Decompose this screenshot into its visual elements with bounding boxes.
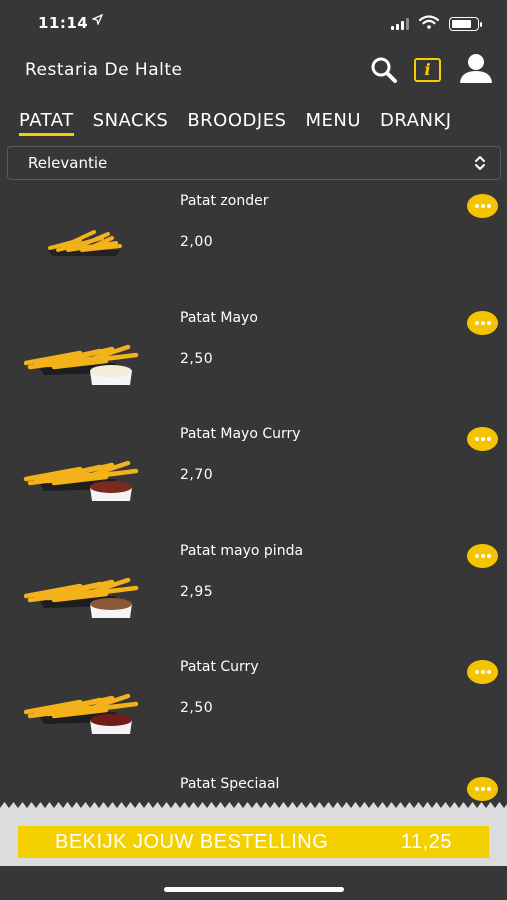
tab-broodjes[interactable]: BROODJES [187,104,286,138]
order-bar: BEKIJK JOUW BESTELLING 11,25 [0,812,507,866]
user-icon[interactable] [458,52,494,88]
product-item[interactable]: Patat zonder 2,00 [0,180,507,296]
sort-selected-value: Relevantie [28,154,108,172]
product-name: Patat mayo pinda [180,542,304,559]
more-options-button[interactable] [467,427,498,451]
status-bar: 11:14 [0,0,507,46]
sort-select[interactable]: Relevantie [7,146,501,180]
info-button[interactable]: i [414,58,441,82]
product-image [20,327,140,387]
info-icon: i [414,58,441,82]
product-item[interactable]: Patat Mayo 2,50 [0,297,507,413]
battery-icon [449,16,482,31]
status-time: 11:14 [38,14,89,32]
product-item[interactable]: Patat Curry 2,50 [0,646,507,762]
home-indicator [164,887,344,892]
product-name: Patat Mayo [180,309,258,326]
product-item[interactable]: Patat Mayo Curry 2,70 [0,413,507,529]
view-order-button[interactable]: BEKIJK JOUW BESTELLING 11,25 [18,826,489,858]
tab-patat[interactable]: PATAT [19,104,74,138]
order-total: 11,25 [400,831,452,853]
more-options-button[interactable] [467,776,498,801]
product-name: Patat Mayo Curry [180,426,301,442]
cellular-signal-icon [391,17,409,30]
wifi-icon [418,14,440,33]
bottom-safe-area [0,866,507,900]
search-icon[interactable] [370,56,398,88]
product-list: Patat zonder 2,00 Patat Mayo 2,50 Patat Mayo… [0,180,507,808]
product-image [20,210,140,270]
more-options-button[interactable] [467,194,498,218]
tab-drankj[interactable]: DRANKJ [380,104,452,138]
navigation-arrow-icon [91,13,104,28]
product-image [20,560,140,620]
more-options-button[interactable] [467,310,498,335]
page-title: Restaria De Halte [25,60,183,80]
tab-snacks[interactable]: SNACKS [93,104,169,138]
product-price: 2,95 [180,583,214,600]
product-image [20,443,140,503]
product-price: 2,70 [180,467,214,483]
product-item[interactable]: Patat mayo pinda 2,95 [0,530,507,646]
product-name: Patat Speciaal [180,775,280,792]
product-image [20,676,140,736]
more-options-button[interactable] [467,543,498,568]
more-options-button[interactable] [467,660,498,684]
product-name: Patat Curry [180,659,259,675]
view-order-label: BEKIJK JOUW BESTELLING [55,831,329,853]
category-tabs: PATAT SNACKS BROODJES MENU DRANKJ [0,104,507,140]
product-name: Patat zonder [180,193,269,209]
tab-menu[interactable]: MENU [306,104,362,138]
product-price: 2,50 [180,350,214,367]
product-price: 2,00 [180,234,214,250]
chevron-up-down-icon [474,154,486,176]
app-header: Restaria De Halte i [0,46,507,104]
product-price: 2,50 [180,700,214,716]
